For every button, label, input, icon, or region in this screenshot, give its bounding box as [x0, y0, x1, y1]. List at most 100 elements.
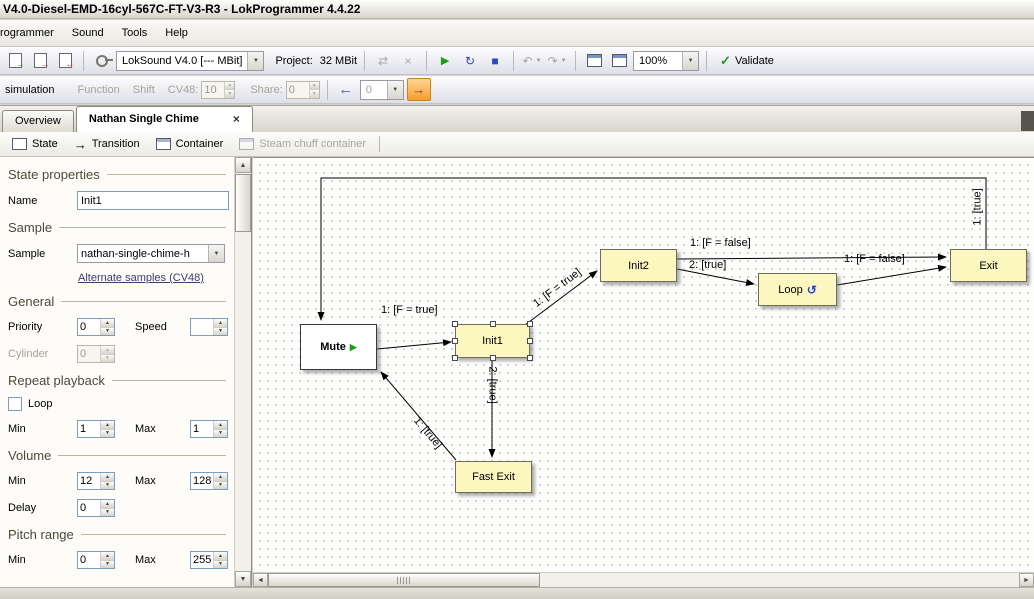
spin-up-icon[interactable]: ▲ — [101, 473, 114, 481]
state-fast-exit[interactable]: Fast Exit — [455, 461, 532, 493]
pitch-min-spinner[interactable]: ▲ ▼ — [77, 551, 115, 569]
add-state-tool[interactable]: State — [7, 136, 63, 152]
transition-label-loop-exit[interactable]: 1: [F = false] — [844, 253, 905, 265]
priority-spinner[interactable]: ▲ ▼ — [77, 318, 115, 336]
menu-tools[interactable]: Tools — [113, 23, 157, 43]
selection-handle[interactable] — [490, 321, 496, 327]
import-button[interactable]: → — [29, 50, 51, 72]
panel-scrollbar[interactable]: ▲ ▼ — [234, 157, 251, 587]
pitch-max-spinner[interactable]: ▲ ▼ — [190, 551, 228, 569]
spin-up-icon[interactable]: ▲ — [101, 421, 114, 429]
tab-nathan-single-chime[interactable]: Nathan Single Chime × — [76, 106, 253, 132]
zoom-in-button[interactable] — [608, 50, 630, 72]
canvas-scrollbar-thumb[interactable] — [268, 573, 540, 587]
section-header-pitch-range: Pitch range — [8, 527, 226, 542]
delay-spinner[interactable]: ▲ ▼ — [77, 499, 115, 517]
delay-input[interactable] — [78, 500, 100, 516]
volume-max-input[interactable] — [191, 473, 213, 489]
chevron-down-icon[interactable]: ▼ — [208, 245, 224, 262]
canvas-view[interactable]: Mute ▶ Init1 Init2 Loop ↺ — [253, 158, 1034, 572]
transition-label-mute-init1[interactable]: 1: [F = true] — [381, 304, 438, 316]
name-input[interactable] — [77, 191, 229, 210]
selection-handle[interactable] — [527, 338, 533, 344]
device-dropdown[interactable]: LokSound V4.0 [--- MBit] ▼ — [116, 51, 264, 71]
spin-up-icon[interactable]: ▲ — [101, 552, 114, 560]
stop-button[interactable]: ■ — [484, 50, 506, 72]
close-tab-icon[interactable]: × — [233, 107, 240, 132]
scroll-right-icon[interactable]: ► — [1019, 573, 1034, 587]
connection-button[interactable] — [91, 50, 113, 72]
spin-down-icon[interactable]: ▼ — [101, 481, 114, 490]
chevron-down-icon[interactable]: ▼ — [682, 52, 698, 70]
state-loop[interactable]: Loop ↺ — [758, 273, 837, 306]
selection-handle[interactable] — [490, 355, 496, 361]
sample-dropdown[interactable]: nathan-single-chime-h ▼ — [77, 244, 225, 263]
repeat-min-input[interactable] — [78, 421, 100, 437]
transition-label-init1-fast-exit[interactable]: 2: [true] — [487, 366, 499, 403]
spin-up-icon[interactable]: ▲ — [214, 421, 227, 429]
canvas-horizontal-scrollbar[interactable]: ◄ ► — [253, 572, 1034, 587]
spin-down-icon[interactable]: ▼ — [101, 560, 114, 569]
spin-down-icon[interactable]: ▼ — [214, 429, 227, 438]
state-mute[interactable]: Mute ▶ — [300, 324, 377, 370]
chevron-down-icon[interactable]: ▼ — [247, 52, 263, 70]
selection-handle[interactable] — [452, 321, 458, 327]
selection-handle[interactable] — [527, 355, 533, 361]
state-exit[interactable]: Exit — [950, 249, 1027, 282]
repeat-max-input[interactable] — [191, 421, 213, 437]
panel-scrollbar-thumb[interactable] — [235, 174, 251, 232]
selection-handle[interactable] — [527, 321, 533, 327]
add-container-tool[interactable]: Container — [151, 136, 229, 152]
step-back-button[interactable]: ← — [335, 79, 357, 101]
volume-min-spinner[interactable]: ▲ ▼ — [77, 472, 115, 490]
add-transition-tool[interactable]: → Transition — [69, 135, 145, 154]
spin-up-icon[interactable]: ▲ — [214, 552, 227, 560]
reload-button[interactable]: ↻ — [459, 50, 481, 72]
menu-help[interactable]: Help — [156, 23, 197, 43]
volume-max-spinner[interactable]: ▲ ▼ — [190, 472, 228, 490]
transition-line-mute-to-init1[interactable] — [377, 342, 451, 349]
spin-up-icon[interactable]: ▲ — [214, 319, 227, 327]
selection-handle[interactable] — [452, 338, 458, 344]
export-button[interactable]: ← — [54, 50, 76, 72]
alternate-samples-link[interactable]: Alternate samples (CV48) — [78, 272, 234, 284]
speed-spinner[interactable]: ▲ ▼ — [190, 318, 228, 336]
volume-min-input[interactable] — [78, 473, 100, 489]
state-init1-selected[interactable]: Init1 — [455, 324, 530, 358]
transition-label-init2-loop[interactable]: 2: [true] — [689, 259, 726, 271]
repeat-min-spinner[interactable]: ▲ ▼ — [77, 420, 115, 438]
scroll-down-icon[interactable]: ▼ — [235, 571, 251, 587]
spin-up-icon[interactable]: ▲ — [101, 319, 114, 327]
priority-input[interactable] — [78, 319, 100, 335]
spin-down-icon[interactable]: ▼ — [214, 481, 227, 490]
spin-down-icon[interactable]: ▼ — [214, 327, 227, 336]
spin-up-icon[interactable]: ▲ — [101, 500, 114, 508]
spin-up-icon[interactable]: ▲ — [214, 473, 227, 481]
loop-checkbox[interactable] — [8, 397, 22, 411]
zoom-dropdown[interactable]: 100% ▼ — [633, 51, 699, 71]
menu-programmer[interactable]: rogrammer — [0, 23, 63, 43]
tab-overview[interactable]: Overview — [2, 110, 74, 132]
menu-sound[interactable]: Sound — [63, 23, 113, 43]
state-init2[interactable]: Init2 — [600, 249, 677, 282]
spin-down-icon[interactable]: ▼ — [101, 508, 114, 517]
pitch-min-input[interactable] — [78, 552, 100, 568]
step-forward-button[interactable]: → — [407, 78, 431, 101]
validate-button[interactable]: ✓ Validate — [714, 53, 780, 69]
play-button[interactable]: ▶ — [434, 50, 456, 72]
scroll-left-icon[interactable]: ◄ — [253, 573, 268, 587]
scroll-up-icon[interactable]: ▲ — [235, 157, 251, 173]
selection-handle[interactable] — [452, 355, 458, 361]
zoom-out-button[interactable] — [583, 50, 605, 72]
transition-label-init2-exit[interactable]: 1: [F = false] — [690, 237, 751, 249]
spin-down-icon[interactable]: ▼ — [214, 560, 227, 569]
repeat-max-spinner[interactable]: ▲ ▼ — [190, 420, 228, 438]
spin-down-icon[interactable]: ▼ — [101, 429, 114, 438]
speed-input[interactable] — [191, 319, 213, 335]
transition-label-exit-mute[interactable]: 1: [true] — [972, 188, 984, 225]
transition-line-init2-to-loop[interactable] — [677, 269, 754, 284]
spin-down-icon[interactable]: ▼ — [101, 327, 114, 336]
transition-line-loop-to-exit[interactable] — [837, 267, 946, 285]
pitch-max-input[interactable] — [191, 552, 213, 568]
open-project-button[interactable]: → — [4, 50, 26, 72]
